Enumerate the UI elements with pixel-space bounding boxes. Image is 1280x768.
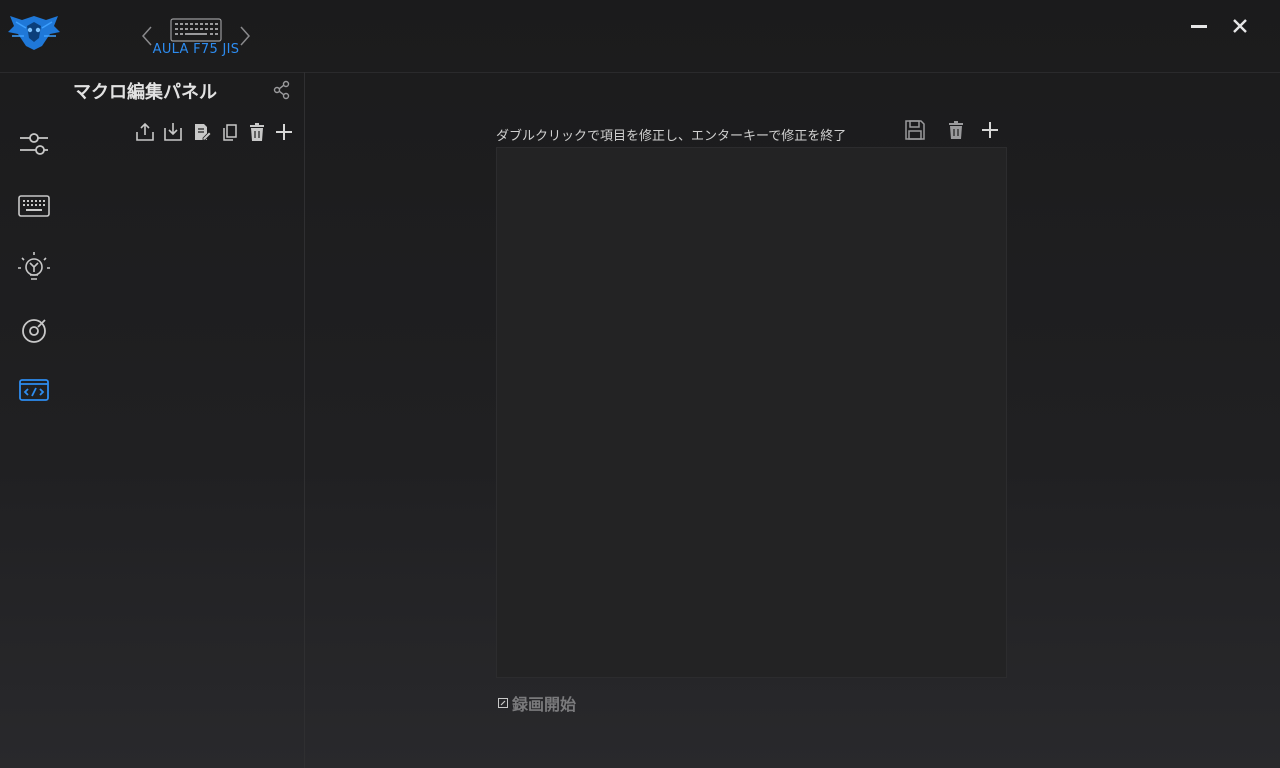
close-icon[interactable] (1228, 14, 1252, 38)
macro-list-panel: マクロ編集パネル (68, 72, 305, 768)
sliders-icon[interactable] (14, 124, 54, 164)
keyboard-icon[interactable] (14, 186, 54, 226)
record-start-label: 録画開始 (512, 695, 577, 714)
minimize-icon[interactable] (1187, 14, 1211, 38)
next-device-button[interactable] (238, 24, 252, 48)
record-checkbox-icon[interactable] (498, 698, 508, 708)
macro-action-list[interactable] (496, 147, 1007, 678)
edit-hint-text: ダブルクリックで項目を修正し、エンターキーで修正を終了 (496, 129, 847, 144)
delete-icon[interactable] (945, 119, 967, 141)
share-icon[interactable] (272, 80, 292, 100)
title-bar: AULA F75 JIS (0, 0, 1280, 73)
add-icon[interactable] (979, 119, 1001, 141)
add-icon[interactable] (274, 122, 294, 142)
rename-icon[interactable] (192, 122, 212, 142)
record-start-button[interactable]: 録画開始 (498, 692, 576, 714)
device-selector: AULA F75 JIS (140, 16, 252, 60)
copy-icon[interactable] (220, 122, 240, 142)
delete-icon[interactable] (247, 122, 267, 142)
device-name: AULA F75 JIS (152, 42, 240, 57)
export-icon[interactable] (135, 122, 155, 142)
keyboard-icon (170, 18, 222, 42)
spider-logo-icon (6, 10, 62, 54)
import-icon[interactable] (163, 122, 183, 142)
save-icon[interactable] (904, 119, 926, 141)
dial-icon[interactable] (14, 310, 54, 350)
lightbulb-icon[interactable] (14, 248, 54, 288)
code-icon[interactable] (14, 370, 54, 410)
sidebar (0, 72, 68, 768)
panel-title: マクロ編集パネル (73, 82, 217, 103)
